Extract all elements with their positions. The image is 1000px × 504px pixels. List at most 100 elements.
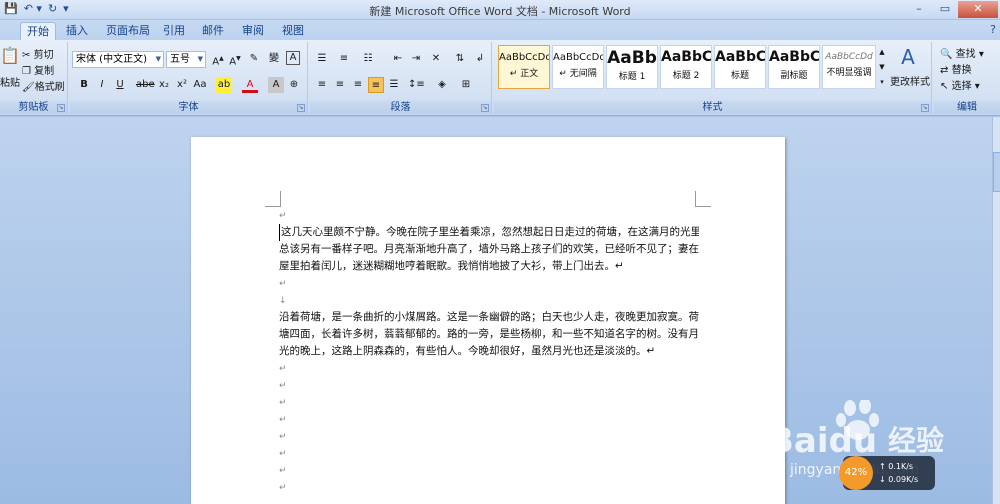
change-styles-button[interactable]: 更改样式 [890,73,930,88]
style-heading-2[interactable]: AaBbC 标题 2 [660,45,712,89]
ribbon: 📋 粘贴 ✂ 剪切 ❐ 复制 🖌格式刷 剪贴板 ↘ 宋体 (中文正文) ▼ 五号 ▼… [0,40,1000,116]
style-subtle-emphasis-sample: AaBbCcDd [825,52,873,62]
styles-launcher-icon[interactable]: ↘ [921,104,929,112]
paragraph-mark: ↵ [279,415,287,425]
paragraph-mark: ↵ [279,211,287,221]
find-button[interactable]: 🔍 查找 ▾ [940,45,984,60]
styles-group-label: 样式 [494,101,931,114]
style-subtitle[interactable]: AaBbC 副标题 [768,45,820,89]
cursor-icon: ↖ [940,81,949,92]
paste-button[interactable]: 粘贴 [0,74,20,89]
tab-insert[interactable]: 插入 [60,22,94,40]
scrollbar-thumb[interactable] [993,152,1000,192]
format-painter-button[interactable]: 🖌格式刷 [22,78,65,93]
doc-line: ↵ [279,462,699,479]
numbering-icon[interactable]: ≡ [336,51,352,67]
multilevel-list-icon[interactable]: ☷ [360,51,376,67]
font-color-icon[interactable]: A [242,77,258,93]
change-styles-icon[interactable]: A [896,44,920,70]
bold-icon[interactable]: B [76,77,92,93]
highlight-icon[interactable]: ab [216,77,232,93]
font-name-select[interactable]: 宋体 (中文正文) ▼ [72,51,164,68]
paragraph-mark: ↵ [279,449,287,459]
tab-review[interactable]: 审阅 [236,22,270,40]
distribute-icon[interactable]: ☰ [386,77,402,93]
style-no-spacing[interactable]: AaBbCcDd ↵ 无间隔 [552,45,604,89]
paragraph-launcher-icon[interactable]: ↘ [481,104,489,112]
borders-icon[interactable]: ⊞ [458,77,474,93]
cut-button[interactable]: ✂ 剪切 [22,46,54,61]
watermark-brand: Baidu [768,421,877,461]
sort-icon[interactable]: ⇅ [452,51,468,67]
help-icon[interactable]: ? [990,23,996,36]
style-title[interactable]: AaBbC 标题 [714,45,766,89]
align-left-icon[interactable]: ≡ [314,77,330,93]
clear-format-icon[interactable]: ✎ [246,51,262,67]
enclose-char-icon[interactable]: ⊕ [286,77,302,93]
close-button[interactable]: ✕ [958,1,998,18]
grow-font-icon[interactable]: A▲ [210,51,226,67]
style-subtle-emphasis-name: 不明显强调 [826,68,872,78]
shading-icon[interactable]: ◈ [434,77,450,93]
char-shading-icon[interactable]: A [268,77,284,93]
style-subtle-emphasis[interactable]: AaBbCcDd 不明显强调 [822,45,876,89]
document-body[interactable]: ↵ 这几天心里颇不宁静。今晚在院子里坐着乘凉，忽然想起日日走过的荷塘，在这满月的… [279,207,699,496]
subscript-icon[interactable]: x₂ [156,77,172,93]
styles-scroll-up-icon[interactable]: ▲ [877,44,887,60]
style-heading-2-name: 标题 2 [672,71,700,81]
justify-icon[interactable]: ≡ [368,77,384,93]
font-size-select[interactable]: 五号 ▼ [166,51,206,68]
change-case-icon[interactable]: Aa [192,77,208,93]
paste-icon[interactable]: 📋 [0,48,20,64]
editing-group: 🔍 查找 ▾ ⇄ 替换 ↖ 选择 ▾ 编辑 [934,42,1000,114]
superscript-icon[interactable]: x² [174,77,190,93]
styles-scroll-down-icon[interactable]: ▼ [877,59,887,75]
tab-view[interactable]: 视图 [276,22,310,40]
ribbon-tabs: 开始 插入 页面布局 引用 邮件 审阅 视图 ? [0,20,1000,40]
styles-more-icon[interactable]: ▾ [877,74,887,90]
line-spacing-icon[interactable]: ↕≡ [408,77,425,93]
doc-line: ↵ [279,360,699,377]
select-button[interactable]: ↖ 选择 ▾ [940,77,980,92]
bullets-icon[interactable]: ☰ [314,51,330,67]
show-marks-icon[interactable]: ↲ [472,51,488,67]
font-group: 宋体 (中文正文) ▼ 五号 ▼ A▲ A▼ ✎ 變 A B I U abe x₂ … [70,42,308,114]
doc-line: 沿着荷塘，是一条曲折的小煤屑路。这是一条幽僻的路；白天也少人走，夜晚更加寂寞。荷 [279,311,699,323]
upload-speed-value: 0.1K/s [888,462,914,471]
watermark-brand-cn: 经验 [888,424,944,457]
tab-home[interactable]: 开始 [20,22,56,40]
network-speed-widget[interactable]: 42% ↑ 0.1K/s ↓ 0.09K/s [839,456,935,490]
font-launcher-icon[interactable]: ↘ [297,104,305,112]
copy-button[interactable]: ❐ 复制 [22,62,54,77]
char-border-icon[interactable]: A [286,51,300,65]
title-bar: 💾 ↶ ▾ ↻ ▾ 新建 Microsoft Office Word 文档 - … [0,0,1000,20]
clipboard-launcher-icon[interactable]: ↘ [57,104,65,112]
tab-references[interactable]: 引用 [157,22,191,40]
align-right-icon[interactable]: ≡ [350,77,366,93]
window-title: 新建 Microsoft Office Word 文档 - Microsoft … [369,5,631,18]
margin-corner-top-left [265,191,281,207]
strikethrough-icon[interactable]: abe [136,77,155,93]
arrow-up-icon: ↑ [879,462,886,471]
shrink-font-icon[interactable]: A▼ [227,51,243,67]
tab-page-layout[interactable]: 页面布局 [100,22,156,40]
underline-icon[interactable]: U [112,77,128,93]
replace-button[interactable]: ⇄ 替换 [940,61,972,76]
increase-indent-icon[interactable]: ⇥ [408,51,424,67]
italic-icon[interactable]: I [94,77,110,93]
maximize-button[interactable]: ▭ [932,1,958,18]
paragraph-mark: ↵ [279,466,287,476]
minimize-button[interactable]: – [906,1,932,18]
style-heading-1[interactable]: AaBb 标题 1 [606,45,658,89]
paragraph-mark: ↵ [279,483,287,493]
decrease-indent-icon[interactable]: ⇤ [390,51,406,67]
chinese-layout-icon[interactable]: ✕ [428,51,444,67]
align-center-icon[interactable]: ≡ [332,77,348,93]
style-normal[interactable]: AaBbCcDd ↵ 正文 [498,45,550,89]
font-size-value: 五号 [170,54,190,65]
doc-line: 总该另有一番样子吧。月亮渐渐地升高了，墙外马路上孩子们的欢笑，已经听不见了；妻在 [279,243,699,255]
binoculars-icon: 🔍 [940,49,953,60]
tab-mailings[interactable]: 邮件 [196,22,230,40]
style-title-name: 标题 [730,71,749,81]
phonetic-guide-icon[interactable]: 變 [266,51,282,67]
